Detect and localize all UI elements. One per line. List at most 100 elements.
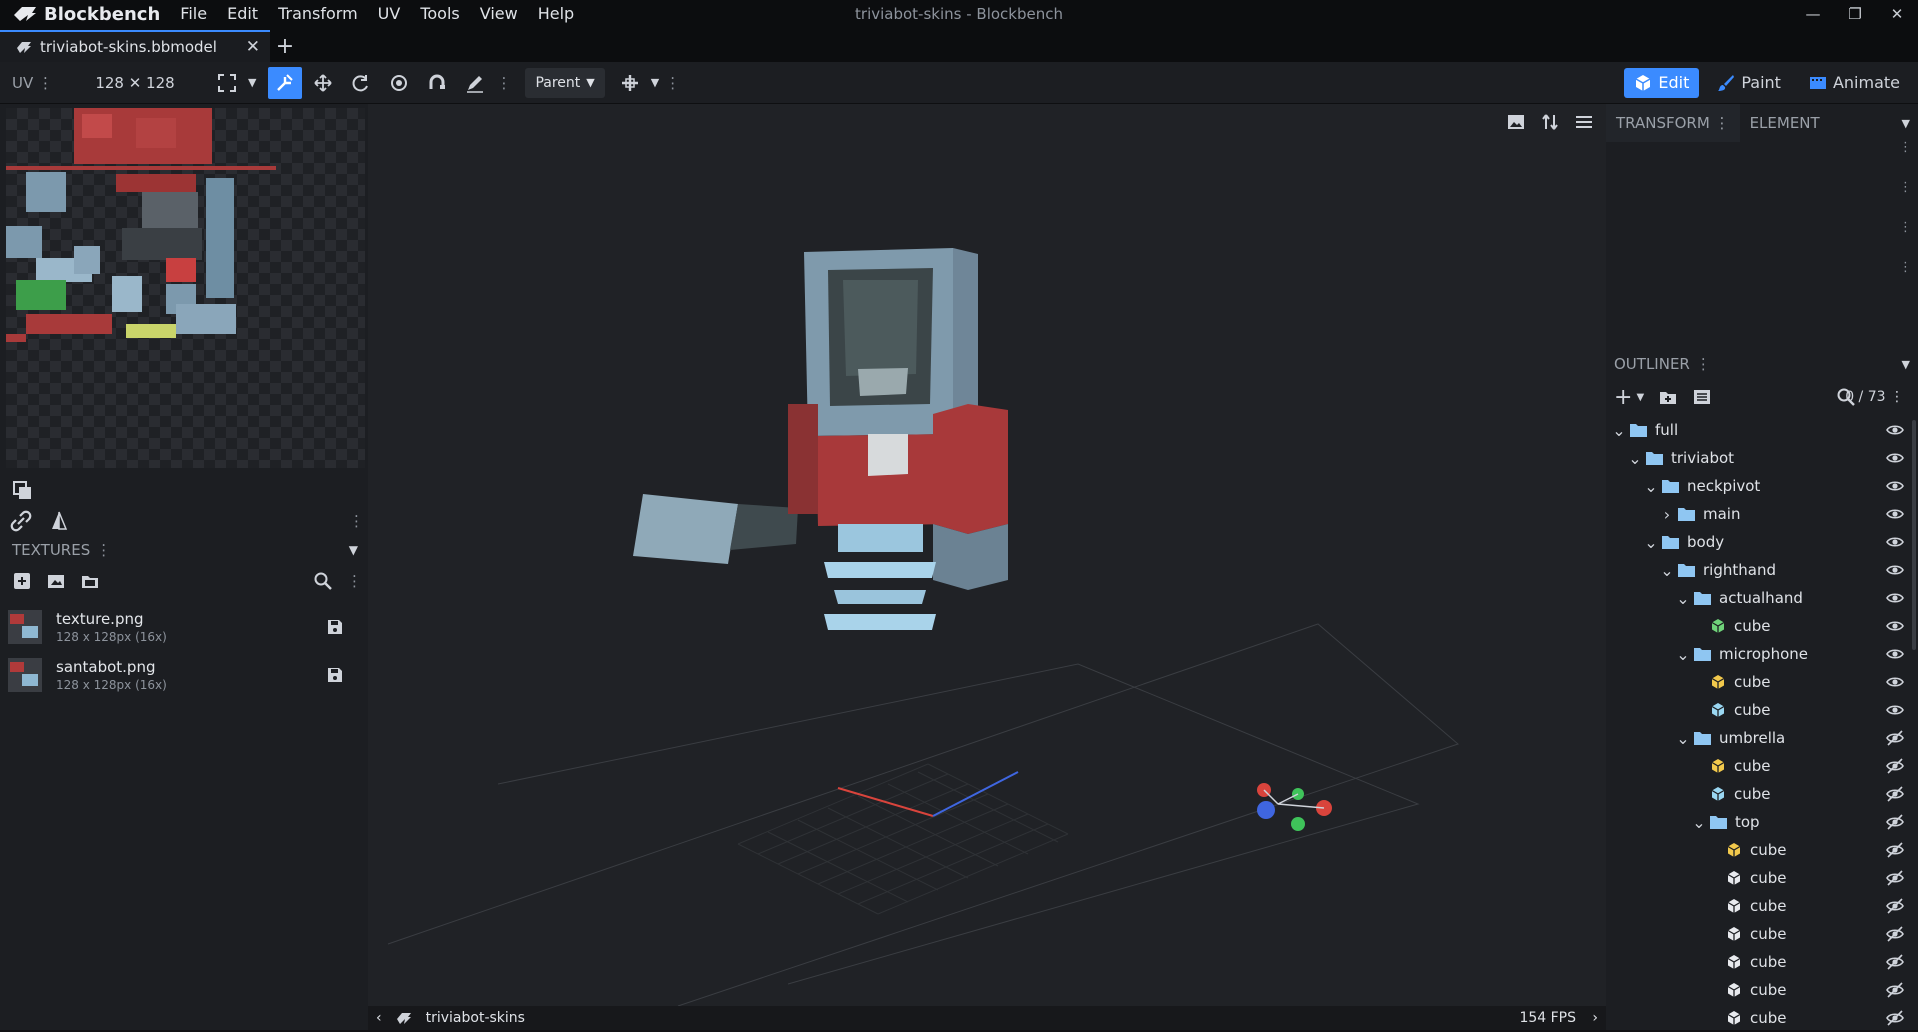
chevron-down-icon[interactable]: ▼	[248, 76, 256, 89]
eye-off-icon[interactable]	[1886, 758, 1904, 774]
more-icon[interactable]: ⋮	[1899, 140, 1912, 155]
move-tool-button[interactable]	[268, 66, 303, 99]
more-icon[interactable]: ⋮	[347, 572, 362, 590]
eye-icon[interactable]	[1886, 478, 1904, 494]
restore-button[interactable]: ❐	[1834, 0, 1876, 28]
outliner-cube[interactable]: cube	[1606, 836, 1918, 864]
texture-item[interactable]: texture.png 128 x 128px (16x)	[0, 604, 360, 650]
outliner-scrollbar[interactable]	[1912, 420, 1916, 650]
eye-off-icon[interactable]	[1886, 898, 1904, 914]
pivot-tool-button[interactable]	[382, 67, 416, 99]
outliner-cube[interactable]: cube	[1606, 612, 1918, 640]
draw-tool-button[interactable]	[458, 67, 492, 99]
chevron-down-icon[interactable]: ⌄	[1692, 813, 1706, 832]
close-window-button[interactable]: ✕	[1876, 0, 1918, 28]
eye-icon[interactable]	[1886, 618, 1904, 634]
add-element-icon[interactable]: +	[1614, 385, 1632, 410]
menu-uv[interactable]: UV	[368, 0, 411, 28]
project-tab[interactable]: triviabot-skins.bbmodel ✕	[0, 30, 270, 62]
eye-icon[interactable]	[1886, 590, 1904, 606]
eye-icon[interactable]	[1886, 534, 1904, 550]
outliner-cube[interactable]: cube	[1606, 892, 1918, 920]
eye-off-icon[interactable]	[1886, 870, 1904, 886]
eye-icon[interactable]	[1886, 702, 1904, 718]
translate-tool-button[interactable]	[306, 67, 340, 99]
outliner-cube[interactable]: cube	[1606, 696, 1918, 724]
chevron-down-icon[interactable]: ⌄	[1644, 477, 1658, 496]
outliner-group[interactable]: ⌄ righthand	[1606, 556, 1918, 584]
tab-element[interactable]: ELEMENT	[1740, 104, 1830, 142]
more-icon[interactable]: ⋮	[1899, 180, 1912, 195]
outliner-cube[interactable]: cube	[1606, 920, 1918, 948]
outliner-cube[interactable]: cube	[1606, 752, 1918, 780]
outliner-cube[interactable]: cube	[1606, 780, 1918, 808]
eye-icon[interactable]	[1886, 646, 1904, 662]
eye-off-icon[interactable]	[1886, 954, 1904, 970]
pivot-point-button[interactable]	[613, 67, 647, 99]
search-icon[interactable]	[313, 571, 333, 591]
add-texture-icon[interactable]	[12, 571, 32, 591]
tab-close-icon[interactable]: ✕	[246, 37, 260, 57]
chevron-down-icon[interactable]: ⌄	[1660, 561, 1674, 580]
more-icon[interactable]: ⋮	[349, 512, 364, 530]
menu-file[interactable]: File	[170, 0, 217, 28]
save-icon[interactable]	[326, 666, 344, 684]
chevron-down-icon[interactable]: ▼	[651, 76, 659, 89]
eye-icon[interactable]	[1886, 422, 1904, 438]
outliner-group[interactable]: ⌄ full	[1606, 416, 1918, 444]
sort-icon[interactable]	[1540, 112, 1560, 132]
eye-icon[interactable]	[1886, 506, 1904, 522]
outliner-group[interactable]: ⌄ actualhand	[1606, 584, 1918, 612]
outliner-cube[interactable]: cube	[1606, 1004, 1918, 1032]
chevron-down-icon[interactable]: ⌄	[1612, 421, 1626, 440]
eye-icon[interactable]	[1886, 450, 1904, 466]
eye-off-icon[interactable]	[1886, 1010, 1904, 1026]
chevron-down-icon[interactable]: ⌄	[1676, 589, 1690, 608]
outliner-group[interactable]: ⌄ body	[1606, 528, 1918, 556]
eye-icon[interactable]	[1886, 674, 1904, 690]
mode-animate-button[interactable]: Animate	[1799, 68, 1910, 98]
image-icon[interactable]	[1506, 112, 1526, 132]
folder-texture-icon[interactable]	[80, 571, 100, 591]
outliner-cube[interactable]: cube	[1606, 864, 1918, 892]
chevron-down-icon[interactable]: ⌄	[1644, 533, 1658, 552]
outliner-group[interactable]: ⌄ top	[1606, 808, 1918, 836]
tab-transform[interactable]: TRANSFORM ⋮	[1606, 104, 1740, 142]
import-texture-icon[interactable]	[46, 571, 66, 591]
save-icon[interactable]	[326, 618, 344, 636]
menu-tools[interactable]: Tools	[410, 0, 469, 28]
chevron-down-icon[interactable]: ▼	[1636, 392, 1644, 403]
chevron-right-icon[interactable]: ›	[1592, 1010, 1598, 1026]
chevron-down-icon[interactable]: ▼	[349, 543, 358, 557]
textures-header[interactable]: TEXTURES ⋮ ▼	[0, 534, 368, 566]
collapse-all-icon[interactable]	[1692, 387, 1712, 407]
uv-editor-canvas[interactable]	[6, 108, 365, 468]
menu-edit[interactable]: Edit	[217, 0, 268, 28]
link-icon[interactable]	[10, 510, 32, 532]
3d-viewport[interactable]	[368, 104, 1606, 1006]
minimize-button[interactable]: —	[1792, 0, 1834, 28]
mirror-icon[interactable]	[48, 510, 70, 532]
eye-off-icon[interactable]	[1886, 786, 1904, 802]
outliner-header[interactable]: OUTLINER ⋮ ▼	[1606, 350, 1918, 378]
new-tab-button[interactable]: +	[270, 30, 300, 62]
menu-transform[interactable]: Transform	[268, 0, 368, 28]
eye-off-icon[interactable]	[1886, 842, 1904, 858]
outliner-group[interactable]: ⌄ triviabot	[1606, 444, 1918, 472]
more-icon[interactable]: ⋮	[665, 74, 680, 92]
menu-help[interactable]: Help	[528, 0, 584, 28]
outliner-group[interactable]: ⌄ umbrella	[1606, 724, 1918, 752]
hamburger-menu-icon[interactable]	[1574, 112, 1594, 132]
vertex-snap-button[interactable]	[420, 67, 454, 99]
more-icon[interactable]: ⋮	[1696, 355, 1711, 373]
eye-off-icon[interactable]	[1886, 814, 1904, 830]
chevron-down-icon[interactable]: ⌄	[1676, 645, 1690, 664]
texture-item[interactable]: santabot.png 128 x 128px (16x)	[0, 652, 360, 698]
outliner-group[interactable]: › main	[1606, 500, 1918, 528]
more-icon[interactable]: ⋮	[1899, 220, 1912, 235]
chevron-down-icon[interactable]: ⌄	[1628, 449, 1642, 468]
chevron-left-icon[interactable]: ‹	[376, 1010, 382, 1026]
eye-off-icon[interactable]	[1886, 926, 1904, 942]
outliner-group[interactable]: ⌄ neckpivot	[1606, 472, 1918, 500]
chevron-down-icon[interactable]: ▼	[1902, 358, 1910, 371]
